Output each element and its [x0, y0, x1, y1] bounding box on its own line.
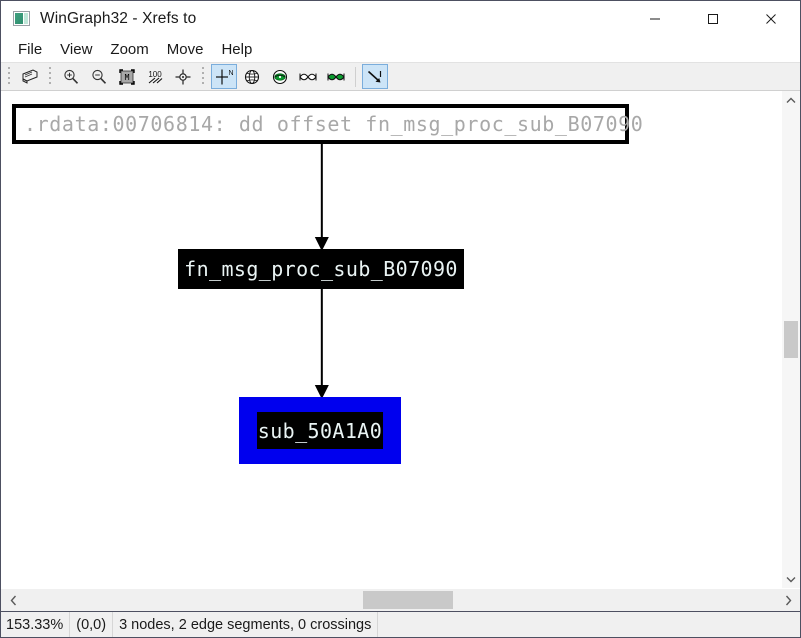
zoom-in-button[interactable]: [58, 64, 84, 89]
minimize-icon: [650, 18, 660, 19]
horizontal-scroll-thumb[interactable]: [362, 591, 454, 609]
zoom-in-icon: [64, 69, 79, 84]
graph-node-selected-label: sub_50A1A0: [257, 418, 383, 443]
center-graph-button[interactable]: [170, 64, 196, 89]
close-icon: [766, 13, 776, 24]
status-bar: 153.33% (0,0) 3 nodes, 2 edge segments, …: [1, 611, 800, 637]
chevron-down-icon: [786, 576, 796, 582]
graph-node-selected-inner: sub_50A1A0: [257, 412, 383, 449]
menu-bar: File View Zoom Move Help: [1, 36, 800, 62]
fit-to-window-button[interactable]: M: [114, 64, 140, 89]
svg-text:N: N: [229, 70, 234, 77]
vertical-scroll-thumb[interactable]: [784, 321, 798, 358]
print-button[interactable]: [17, 64, 43, 89]
menu-item-help[interactable]: Help: [212, 39, 261, 60]
svg-text:100: 100: [148, 70, 162, 79]
toolbar-separator: [355, 66, 356, 87]
chevron-right-icon: [785, 595, 791, 605]
arrow-down-right-button[interactable]: [362, 64, 388, 89]
zoom-out-icon: [92, 69, 107, 84]
toolbar: M 100 N: [1, 62, 800, 91]
status-graph-info: 3 nodes, 2 edge segments, 0 crossings: [113, 612, 379, 637]
graph-node-xref[interactable]: .rdata:00706814: dd offset fn_msg_proc_s…: [12, 104, 643, 144]
graph-edges: [314, 144, 329, 399]
toolbar-grip-3[interactable]: [200, 66, 207, 87]
maximize-icon: [708, 13, 718, 24]
move-north-icon: N: [216, 69, 234, 84]
menu-item-file[interactable]: File: [9, 39, 51, 60]
scroll-left-button[interactable]: [1, 589, 25, 611]
graph-node-function[interactable]: fn_msg_proc_sub_B07090: [178, 249, 464, 289]
fish-filled-icon: [327, 73, 345, 80]
globe-filled-icon: [272, 69, 288, 84]
scroll-up-button[interactable]: [782, 91, 800, 109]
svg-text:M: M: [125, 73, 130, 82]
menu-item-move[interactable]: Move: [158, 39, 213, 60]
window-icon: [13, 11, 30, 26]
status-zoom-level: 153.33%: [1, 612, 71, 637]
maximize-button[interactable]: [684, 1, 742, 36]
vertical-scroll-track[interactable]: [782, 109, 800, 570]
window-title: WinGraph32 - Xrefs to: [40, 9, 197, 27]
graph-node-xref-label: .rdata:00706814: dd offset fn_msg_proc_s…: [24, 112, 644, 136]
arrow-down-right-icon: [367, 70, 382, 82]
move-north-button[interactable]: N: [211, 64, 237, 89]
menu-item-zoom[interactable]: Zoom: [101, 39, 157, 60]
zoom-100-percent-button[interactable]: 100: [142, 64, 168, 89]
graph-node-function-label: fn_msg_proc_sub_B07090: [184, 257, 458, 281]
toolbar-grip[interactable]: [6, 66, 13, 87]
print-icon: [22, 68, 38, 84]
application-window: WinGraph32 - Xrefs to File View Zoom Mov…: [0, 0, 801, 638]
zoom-out-button[interactable]: [86, 64, 112, 89]
title-bar: WinGraph32 - Xrefs to: [1, 1, 800, 36]
fish-outline-button[interactable]: [295, 64, 321, 89]
center-graph-icon: [175, 69, 191, 84]
horizontal-scroll-track[interactable]: [25, 589, 776, 611]
close-button[interactable]: [742, 1, 800, 36]
zoom-100-percent-icon: 100: [148, 70, 163, 83]
fish-filled-button[interactable]: [323, 64, 349, 89]
scroll-down-button[interactable]: [782, 570, 800, 588]
toolbar-grip-2[interactable]: [47, 66, 54, 87]
graph-canvas[interactable]: .rdata:00706814: dd offset fn_msg_proc_s…: [1, 91, 781, 588]
menu-item-view[interactable]: View: [51, 39, 101, 60]
graph-node-selected[interactable]: sub_50A1A0: [239, 397, 401, 464]
status-coordinates: (0,0): [70, 612, 114, 637]
scroll-right-button[interactable]: [776, 589, 800, 611]
vertical-scrollbar[interactable]: [781, 91, 800, 588]
window-controls: [626, 1, 800, 36]
minimize-button[interactable]: [626, 1, 684, 36]
chevron-left-icon: [10, 595, 16, 605]
globe-outline-icon: [244, 69, 260, 84]
horizontal-scrollbar[interactable]: [1, 588, 800, 611]
fit-to-window-icon: M: [119, 68, 135, 85]
chevron-up-icon: [786, 97, 796, 103]
fish-outline-icon: [299, 73, 317, 80]
canvas-area: .rdata:00706814: dd offset fn_msg_proc_s…: [1, 91, 800, 588]
globe-filled-button[interactable]: [267, 64, 293, 89]
globe-outline-button[interactable]: [239, 64, 265, 89]
